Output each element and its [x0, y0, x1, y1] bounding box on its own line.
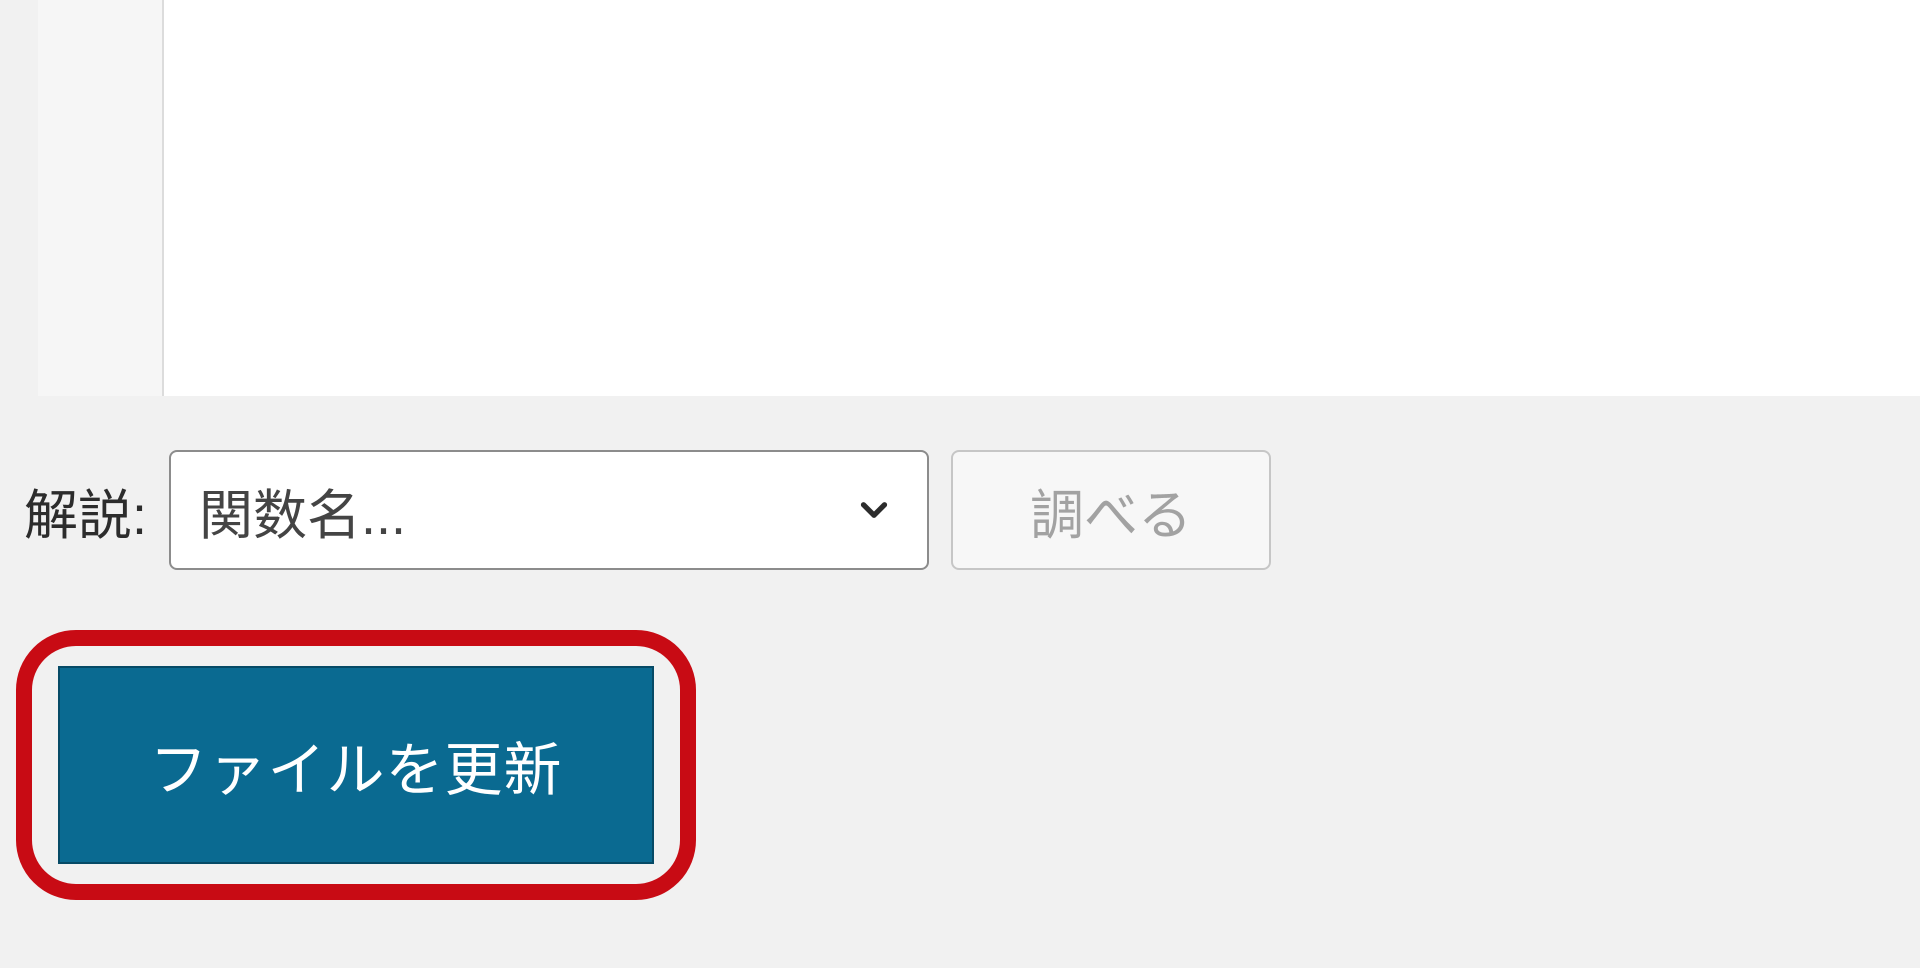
- documentation-row: 解説: 関数名... 調べる: [24, 450, 1271, 570]
- highlight-annotation: ファイルを更新: [16, 630, 696, 900]
- function-name-select[interactable]: 関数名...: [169, 450, 929, 570]
- update-file-button[interactable]: ファイルを更新: [58, 666, 654, 864]
- chevron-down-icon: [853, 489, 895, 531]
- editor-line-gutter: [38, 0, 164, 396]
- lookup-button-label: 調べる: [1030, 471, 1192, 550]
- function-name-placeholder: 関数名...: [199, 471, 406, 550]
- update-file-button-label: ファイルを更新: [149, 723, 562, 807]
- code-editor[interactable]: [38, 0, 1920, 396]
- documentation-label: 解説:: [24, 471, 147, 550]
- lookup-button[interactable]: 調べる: [951, 450, 1271, 570]
